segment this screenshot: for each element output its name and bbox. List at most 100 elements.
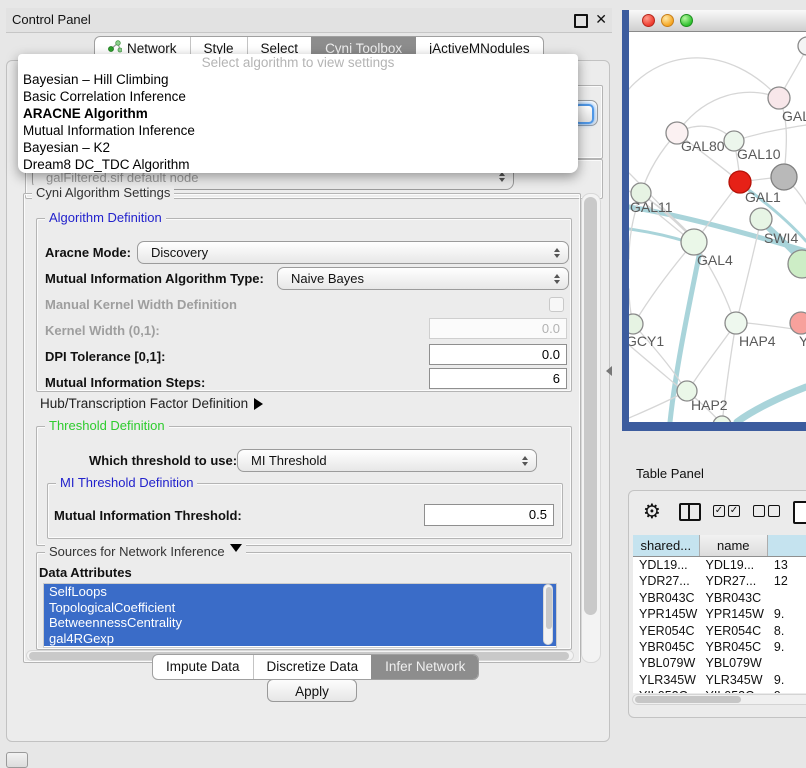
column-header-shared[interactable]: shared... bbox=[633, 535, 700, 556]
table-hscrollbar-thumb[interactable] bbox=[635, 696, 741, 703]
algorithm-option-aracne-algorithm[interactable]: ARACNE Algorithm bbox=[18, 105, 578, 122]
algorithm-popup-list: Bayesian – Hill ClimbingBasic Correlatio… bbox=[18, 71, 578, 173]
attributes-scrollbar[interactable] bbox=[543, 584, 553, 645]
attribute-item-gal4rgexp[interactable]: gal4RGexp bbox=[44, 631, 556, 647]
network-node[interactable] bbox=[798, 37, 806, 55]
algorithm-option-mutual-information-inference[interactable]: Mutual Information Inference bbox=[18, 122, 578, 139]
split-columns-icon[interactable] bbox=[679, 503, 701, 521]
network-node-gal[interactable] bbox=[768, 87, 790, 109]
network-edge[interactable] bbox=[737, 387, 806, 422]
settings-vscrollbar[interactable] bbox=[581, 193, 601, 663]
tab-label: Impute Data bbox=[166, 655, 240, 679]
checkbox-unchecked-icon[interactable] bbox=[768, 505, 780, 517]
network-view-window[interactable]: GALGAL80GAL10GAL1GAL11SWI4GAL4GCY1HAP4YH… bbox=[622, 10, 806, 431]
table-cell: 9 bbox=[768, 688, 806, 693]
table-cell: YDL19... bbox=[633, 557, 700, 573]
table-row[interactable]: YBL079WYBL079W bbox=[633, 655, 806, 671]
aracne-mode-combo[interactable]: Discovery bbox=[137, 241, 569, 264]
attributes-scrollbar-thumb[interactable] bbox=[546, 587, 552, 629]
panel-splitter-arrow-icon[interactable] bbox=[601, 366, 612, 376]
table-row[interactable]: YPR145WYPR145W9. bbox=[633, 606, 806, 622]
table-hscrollbar[interactable] bbox=[632, 694, 806, 705]
network-node-gcy1[interactable] bbox=[629, 314, 643, 334]
dpi-tolerance-field[interactable]: 0.0 bbox=[429, 344, 567, 365]
threshold-definition-groupbox: Threshold Definition Which threshold to … bbox=[36, 426, 572, 546]
network-canvas-area[interactable]: GALGAL80GAL10GAL1GAL11SWI4GAL4GCY1HAP4YH… bbox=[629, 32, 806, 422]
attribute-item-selfloops[interactable]: SelfLoops bbox=[44, 584, 556, 600]
manual-kernel-checkbox[interactable] bbox=[549, 297, 564, 312]
close-window-icon[interactable]: ✕ bbox=[595, 11, 607, 28]
table-cell: 9. bbox=[768, 639, 806, 655]
network-edge[interactable] bbox=[734, 125, 806, 141]
table-cell: 9. bbox=[768, 606, 806, 622]
column-header-cut[interactable] bbox=[768, 535, 806, 556]
which-threshold-combo[interactable]: MI Threshold bbox=[237, 449, 537, 472]
table-cell: YBR043C bbox=[700, 590, 768, 606]
table-row[interactable]: YBR043CYBR043C bbox=[633, 590, 806, 606]
table-row[interactable]: YDR27...YDR27...12 bbox=[633, 573, 806, 589]
mi-type-combo[interactable]: Naive Bayes bbox=[277, 267, 569, 290]
mi-threshold-groupbox: MI Threshold Definition Mutual Informati… bbox=[47, 483, 563, 539]
zoom-traffic-light-icon[interactable] bbox=[680, 14, 693, 27]
control-panel-titlebar[interactable]: Control Panel ✕ bbox=[6, 8, 612, 33]
network-node-y[interactable] bbox=[790, 312, 806, 334]
table-cell: YBR045C bbox=[633, 639, 700, 655]
cyni-mode-tab-bar: Impute Data Discretize DataInfer Network bbox=[152, 654, 479, 680]
float-window-icon[interactable] bbox=[574, 14, 588, 28]
table-panel: ⚙ ✓ ✓ shared...name YDL19...YDL19...13YD… bbox=[628, 490, 806, 718]
network-window-titlebar[interactable] bbox=[629, 10, 806, 32]
table-cell: YIL052C bbox=[700, 688, 768, 693]
network-node-hap4[interactable] bbox=[725, 312, 747, 334]
table-body: YDL19...YDL19...13YDR27...YDR27...12YBR0… bbox=[633, 557, 806, 693]
table-row[interactable]: YDL19...YDL19...13 bbox=[633, 557, 806, 573]
hub-definition-toggle[interactable]: Hub/Transcription Factor Definition bbox=[40, 396, 269, 411]
screen: { "icons": {"close": "✕", "gear": "⚙", "… bbox=[0, 0, 806, 762]
table-cell: 8. bbox=[768, 623, 806, 639]
settings-vscrollbar-thumb[interactable] bbox=[584, 197, 597, 615]
data-attributes-list: SelfLoopsTopologicalCoefficientBetweenne… bbox=[43, 583, 557, 648]
minimize-traffic-light-icon[interactable] bbox=[661, 14, 674, 27]
tab-discretize-data[interactable]: Discretize Data bbox=[253, 655, 372, 679]
mi-steps-label: Mutual Information Steps: bbox=[45, 375, 205, 390]
tab-impute-data[interactable]: Impute Data bbox=[153, 655, 253, 679]
algorithm-option-basic-correlation-inference[interactable]: Basic Correlation Inference bbox=[18, 88, 578, 105]
network-icon bbox=[108, 40, 122, 53]
document-icon[interactable] bbox=[793, 501, 806, 524]
table-row[interactable]: YER054CYER054C8. bbox=[633, 623, 806, 639]
algorithm-option-bayesian-k2[interactable]: Bayesian – K2 bbox=[18, 139, 578, 156]
table-row[interactable]: YBR045CYBR045C9. bbox=[633, 639, 806, 655]
table-row[interactable]: YLR345WYLR345W9. bbox=[633, 672, 806, 688]
checkbox-checked-icon[interactable]: ✓ bbox=[728, 505, 740, 517]
table-row[interactable]: YIL052CYIL052C9 bbox=[633, 688, 806, 693]
data-attributes-label: Data Attributes bbox=[39, 565, 132, 580]
checkbox-checked-icon[interactable]: ✓ bbox=[713, 505, 725, 517]
attribute-item-topologicalcoefficient[interactable]: TopologicalCoefficient bbox=[44, 600, 556, 616]
network-canvas[interactable]: GALGAL80GAL10GAL1GAL11SWI4GAL4GCY1HAP4YH… bbox=[629, 32, 806, 422]
algorithm-option-bayesian-hill-climbing[interactable]: Bayesian – Hill Climbing bbox=[18, 71, 578, 88]
network-node[interactable] bbox=[771, 164, 797, 190]
control-panel-window: Control Panel ✕ NetworkStyleSelectCyni T… bbox=[6, 8, 612, 742]
network-edge[interactable] bbox=[629, 345, 681, 389]
column-header-name[interactable]: name bbox=[700, 535, 768, 556]
mi-steps-field[interactable]: 6 bbox=[429, 368, 567, 389]
kernel-width-field[interactable]: 0.0 bbox=[429, 318, 567, 339]
kernel-width-label: Kernel Width (0,1): bbox=[45, 323, 160, 338]
network-node[interactable] bbox=[788, 250, 806, 278]
network-node-swi4[interactable] bbox=[750, 208, 772, 230]
mi-threshold-title: MI Threshold Definition bbox=[56, 475, 197, 490]
apply-button[interactable]: Apply bbox=[267, 679, 357, 702]
checkbox-unchecked-icon[interactable] bbox=[753, 505, 765, 517]
gear-icon[interactable]: ⚙ bbox=[643, 499, 661, 523]
network-edge[interactable] bbox=[690, 323, 736, 388]
sources-title: Sources for Network Inference bbox=[45, 544, 246, 559]
table-cell: 13 bbox=[768, 557, 806, 573]
manual-kernel-label: Manual Kernel Width Definition bbox=[45, 297, 237, 312]
network-edge[interactable] bbox=[635, 242, 694, 322]
mi-threshold-field[interactable]: 0.5 bbox=[424, 504, 554, 526]
collapsed-panel-button[interactable] bbox=[6, 752, 28, 768]
table-panel-title: Table Panel bbox=[636, 466, 704, 481]
attribute-item-betweennesscentrality[interactable]: BetweennessCentrality bbox=[44, 615, 556, 631]
algorithm-option-dream8-dc-tdc-algorithm[interactable]: Dream8 DC_TDC Algorithm bbox=[18, 156, 578, 173]
close-traffic-light-icon[interactable] bbox=[642, 14, 655, 27]
tab-infer-network[interactable]: Infer Network bbox=[371, 655, 478, 679]
